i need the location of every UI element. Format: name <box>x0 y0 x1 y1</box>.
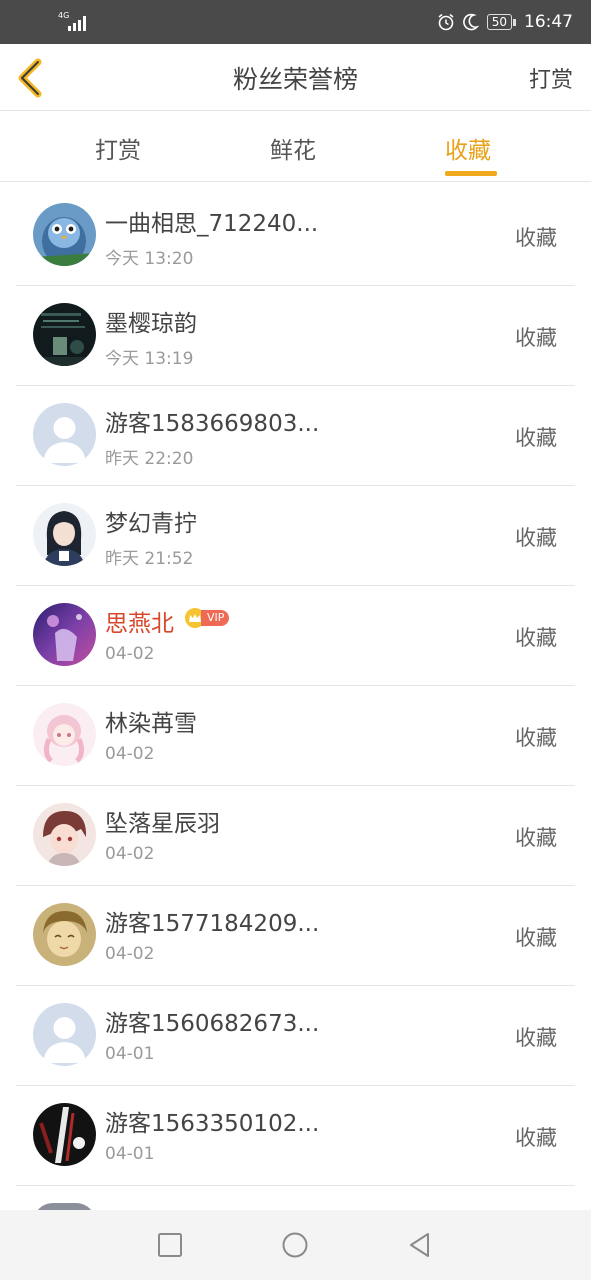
default-avatar-icon <box>33 403 96 466</box>
status-bar: 4G 50 16:47 <box>0 0 591 44</box>
favorite-label: 收藏 <box>515 926 557 950</box>
active-tab-indicator <box>445 171 497 176</box>
tab-bar: 打赏 鲜花 收藏 <box>0 111 591 182</box>
avatar <box>33 503 96 566</box>
alarm-icon <box>438 13 454 31</box>
fan-name: 一曲相思_712240... <box>105 211 319 237</box>
tab-reward[interactable]: 打赏 <box>95 131 141 165</box>
moon-icon <box>462 13 479 31</box>
favorite-label: 收藏 <box>515 826 557 850</box>
fan-name: 游客1577184209... <box>105 911 320 937</box>
fan-time: 今天 13:19 <box>105 349 194 369</box>
default-avatar-icon <box>33 1003 96 1066</box>
list-item[interactable]: 游客1560682673... 04-01 收藏 <box>0 986 591 1086</box>
avatar <box>33 903 96 966</box>
fan-time: 04-02 <box>105 644 155 664</box>
fan-name: 游客1560682673... <box>105 1011 320 1037</box>
signal-icon: 4G <box>58 11 86 31</box>
fan-time: 今天 13:20 <box>105 249 194 269</box>
favorite-label: 收藏 <box>515 526 557 550</box>
avatar <box>33 1103 96 1166</box>
fan-time: 04-01 <box>105 1144 155 1164</box>
fan-time: 04-02 <box>105 844 155 864</box>
avatar <box>33 603 96 666</box>
home-icon[interactable] <box>280 1230 310 1260</box>
list-item[interactable]: 游客1583669803... 昨天 22:20 收藏 <box>0 386 591 486</box>
favorite-label: 收藏 <box>515 1126 557 1150</box>
clock: 16:47 <box>524 12 573 32</box>
favorite-label: 收藏 <box>515 626 557 650</box>
back-icon[interactable] <box>405 1230 435 1260</box>
list-item[interactable]: 思燕北 VIP 04-02 收藏 <box>0 586 591 686</box>
fan-name: 游客1583669803... <box>105 411 320 437</box>
system-nav-bar <box>0 1210 591 1280</box>
avatar <box>33 803 96 866</box>
fan-name: 梦幻青拧 <box>105 511 197 537</box>
favorite-label: 收藏 <box>515 426 557 450</box>
list-item[interactable]: 墨樱琼韵 今天 13:19 收藏 <box>0 286 591 386</box>
favorite-label: 收藏 <box>515 726 557 750</box>
list-item[interactable]: 坠落星辰羽 04-02 收藏 <box>0 786 591 886</box>
fan-time: 昨天 21:52 <box>105 549 194 569</box>
fan-name: 林染苒雪 <box>105 711 197 737</box>
fan-time: 04-02 <box>105 944 155 964</box>
list-item[interactable]: 一曲相思_712240... 今天 13:20 收藏 <box>0 186 591 286</box>
battery-level: 50 <box>486 14 512 30</box>
battery-indicator: 50 <box>486 14 516 30</box>
svg-text:4G: 4G <box>58 11 69 20</box>
vip-badge: VIP <box>185 608 230 628</box>
favorite-label: 收藏 <box>515 326 557 350</box>
list-item-partial <box>0 1186 591 1210</box>
reward-button[interactable]: 打赏 <box>529 62 573 94</box>
list-item[interactable]: 林染苒雪 04-02 收藏 <box>0 686 591 786</box>
fan-time: 04-01 <box>105 1044 155 1064</box>
avatar <box>33 703 96 766</box>
favorite-label: 收藏 <box>515 1026 557 1050</box>
fan-name: 游客1563350102... <box>105 1111 320 1137</box>
fan-name: 坠落星辰羽 <box>105 811 220 837</box>
list-item[interactable]: 梦幻青拧 昨天 21:52 收藏 <box>0 486 591 586</box>
fan-time: 04-02 <box>105 744 155 764</box>
vip-label: VIP <box>201 610 230 626</box>
avatar <box>33 203 96 266</box>
list-item[interactable]: 游客1563350102... 04-01 收藏 <box>0 1086 591 1186</box>
fan-time: 昨天 22:20 <box>105 449 194 469</box>
tab-flowers[interactable]: 鲜花 <box>270 131 316 165</box>
back-arrow-icon[interactable] <box>14 56 48 100</box>
recent-apps-icon[interactable] <box>155 1230 185 1260</box>
list-item[interactable]: 游客1577184209... 04-02 收藏 <box>0 886 591 986</box>
tab-favorites[interactable]: 收藏 <box>445 131 491 165</box>
avatar <box>33 303 96 366</box>
fan-name: 墨樱琼韵 <box>105 311 197 337</box>
fan-name: 思燕北 <box>105 611 174 637</box>
favorite-label: 收藏 <box>515 226 557 250</box>
page-title: 粉丝荣誉榜 <box>232 65 358 94</box>
top-nav-bar: 粉丝荣誉榜 打赏 <box>0 44 591 111</box>
